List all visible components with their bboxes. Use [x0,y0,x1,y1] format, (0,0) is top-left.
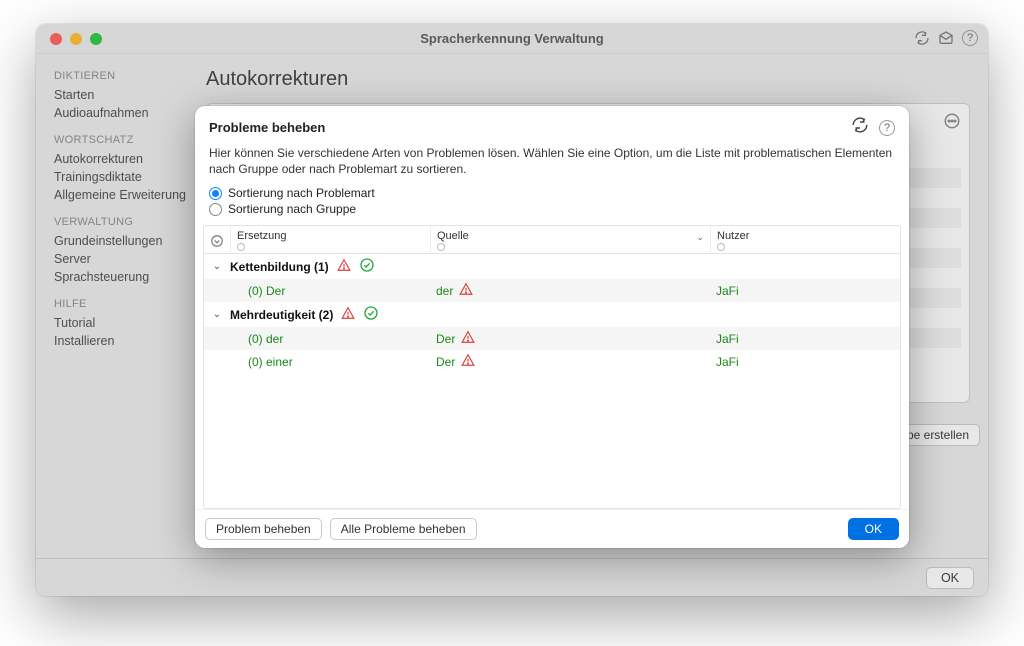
column-header-nutzer[interactable]: Nutzer [710,226,900,253]
radio-sort-by-problem[interactable]: Sortierung nach Problemart [195,185,909,201]
chevron-down-icon: ⌄ [204,261,230,272]
expand-all-toggle[interactable] [204,230,230,250]
cell-nutzer: JaFi [710,332,900,346]
fix-all-problems-button[interactable]: Alle Probleme beheben [330,518,477,540]
problems-table: Ersetzung Quelle ⌄ Nutzer ⌄Kettenbildung… [203,225,901,509]
sort-indicator-icon: ⌄ [696,232,704,243]
warning-icon [341,306,355,323]
cell-ersetzung: (0) Der [230,284,430,298]
checkmark-circle-icon [359,257,375,276]
modal-description: Hier können Sie verschiedene Arten von P… [195,139,909,185]
fix-problems-modal: Probleme beheben ? Hier können Sie versc… [195,106,909,548]
modal-title: Probleme beheben [209,120,325,135]
radio-label: Sortierung nach Problemart [228,186,375,200]
column-header-ersetzung[interactable]: Ersetzung [230,226,430,253]
table-row[interactable]: (0) derDerJaFi [204,327,900,350]
cell-nutzer: JaFi [710,355,900,369]
warning-icon [459,282,473,299]
cell-nutzer: JaFi [710,284,900,298]
column-header-quelle[interactable]: Quelle ⌄ [430,226,710,253]
modal-help-icon[interactable]: ? [879,120,895,136]
group-name: Kettenbildung (1) [230,257,430,276]
warning-icon [461,330,475,347]
main-window: Spracherkennung Verwaltung ? DIKTIEREN S… [36,24,988,596]
radio-icon [209,187,222,200]
table-header: Ersetzung Quelle ⌄ Nutzer [204,226,900,254]
refresh-icon[interactable] [851,116,869,139]
radio-sort-by-group[interactable]: Sortierung nach Gruppe [195,201,909,217]
fix-problem-button[interactable]: Problem beheben [205,518,322,540]
cell-quelle: Der [430,330,710,347]
group-name: Mehrdeutigkeit (2) [230,305,430,324]
cell-quelle: Der [430,353,710,370]
table-group-row[interactable]: ⌄Mehrdeutigkeit (2) [204,302,900,327]
modal-ok-button[interactable]: OK [848,518,899,540]
radio-icon [209,203,222,216]
cell-ersetzung: (0) der [230,332,430,346]
table-row[interactable]: (0) einerDerJaFi [204,350,900,373]
warning-icon [337,258,351,275]
radio-label: Sortierung nach Gruppe [228,202,356,216]
cell-ersetzung: (0) einer [230,355,430,369]
chevron-down-icon: ⌄ [204,309,230,320]
cell-quelle: der [430,282,710,299]
checkmark-circle-icon [363,305,379,324]
warning-icon [461,353,475,370]
table-row[interactable]: (0) DerderJaFi [204,279,900,302]
table-group-row[interactable]: ⌄Kettenbildung (1) [204,254,900,279]
